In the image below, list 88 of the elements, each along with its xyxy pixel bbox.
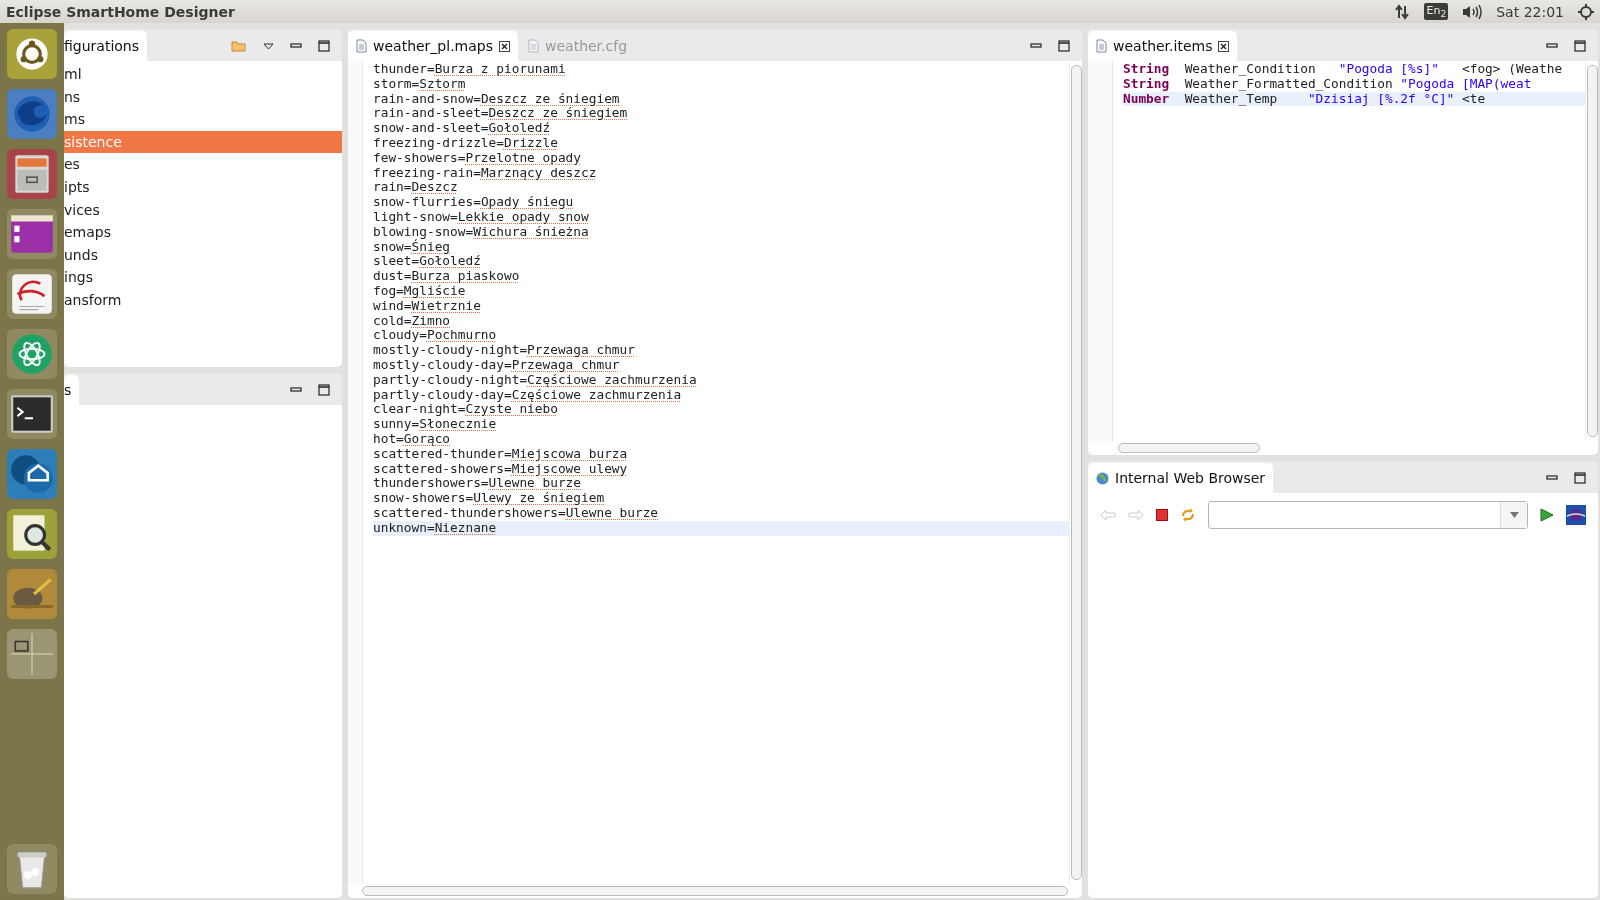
code-line: cloudy=Pochmurno — [373, 328, 498, 344]
editor-tab[interactable]: weather.items — [1088, 31, 1238, 61]
code-line: mostly-cloudy-night=Przewaga chmur — [373, 343, 636, 358]
minimize-icon[interactable] — [290, 387, 302, 393]
tree-item[interactable]: unds — [64, 243, 342, 267]
tree-item[interactable]: vices — [64, 198, 342, 222]
go-icon[interactable] — [1540, 508, 1554, 522]
terminal-icon[interactable] — [7, 389, 57, 439]
panel-tab[interactable]: s — [64, 375, 80, 405]
code-line: few-showers=Przelotne opady — [373, 150, 583, 166]
clock[interactable]: Sat 22:01 — [1496, 3, 1564, 20]
window-icon[interactable] — [7, 209, 57, 259]
url-field[interactable] — [1208, 501, 1528, 529]
code-line: snow-flurries=Opady śniegu — [373, 195, 575, 210]
code-line: rain-and-snow=Deszcz ze śniegiem — [373, 91, 621, 107]
dropdown-icon[interactable] — [263, 42, 274, 50]
code-line: snow-showers=Ulewy ze śniegiem — [373, 491, 606, 506]
workspace-icon[interactable] — [7, 629, 57, 679]
code-line: blowing-snow=Wichura śnieżna — [373, 224, 590, 239]
tree-item[interactable]: ml — [64, 63, 342, 86]
minimize-icon[interactable] — [1546, 475, 1558, 481]
document-icon[interactable] — [7, 269, 57, 319]
minimize-icon[interactable] — [1030, 43, 1042, 49]
code-line: wind=Wietrznie — [373, 298, 482, 314]
dropdown-icon[interactable] — [1509, 512, 1519, 518]
code-line: String Weather_Formatted_Condition "Pogoda [MAP(weat — [1123, 76, 1533, 92]
code-line: partly-cloudy-night=Częściowe zachmurzenia — [373, 372, 698, 388]
browser-tab[interactable]: Internal Web Browser — [1088, 463, 1274, 493]
maximize-icon[interactable] — [1574, 472, 1586, 484]
code-line: storm=Sztorm — [373, 76, 467, 92]
tree-item[interactable]: ansform — [64, 288, 342, 312]
maximize-icon[interactable] — [318, 40, 330, 52]
minimize-icon[interactable] — [290, 43, 302, 49]
window-title: Eclipse SmartHome Designer — [6, 3, 236, 20]
globe-icon[interactable] — [7, 89, 57, 139]
circle-logo-icon[interactable] — [7, 29, 57, 79]
keyboard-indicator[interactable]: En$_{2}$ — [1424, 2, 1449, 21]
file-cabinet-icon[interactable] — [7, 149, 57, 199]
magnifier-icon[interactable] — [7, 509, 57, 559]
maximize-icon[interactable] — [1058, 40, 1070, 52]
code-line: snow-and-sleet=Gołoledź — [373, 121, 552, 136]
tree-item[interactable]: ings — [64, 266, 342, 289]
code-line: scattered-showers=Miejscowe ulewy — [373, 461, 629, 477]
home-icon[interactable] — [7, 449, 57, 499]
panel-tab[interactable]: figurations — [64, 31, 148, 61]
code-line: scattered-thunder=Miejscowa burza — [373, 446, 629, 462]
code-line: clear-night=Czyste niebo — [373, 402, 558, 418]
code-line: sleet=Gołoledź — [373, 254, 482, 270]
code-line: dust=Burza piaskowo — [373, 269, 521, 284]
code-line: cold=Zimno — [373, 313, 452, 329]
maximize-icon[interactable] — [1574, 40, 1586, 52]
code-line: scattered-thundershowers=Ulewne burze — [373, 505, 660, 521]
tree-item[interactable]: ipts — [64, 175, 342, 199]
code-line: freezing-rain=Marznący deszcz — [373, 165, 598, 181]
volume-icon[interactable] — [1462, 3, 1483, 20]
code-line: freezing-drizzle=Drizzle — [373, 136, 559, 151]
vertical-scrollbar[interactable] — [1585, 61, 1598, 441]
network-icon[interactable] — [1394, 3, 1411, 20]
tree-item[interactable]: es — [64, 153, 342, 176]
globe-button-icon[interactable] — [1566, 505, 1586, 525]
code-line: rain-and-sleet=Deszcz ze śniegiem — [373, 106, 629, 122]
code-line: snow=Śnieg — [373, 239, 451, 255]
file-icon — [1096, 39, 1107, 53]
code-line: sunny=Słonecznie — [373, 417, 498, 432]
close-icon[interactable] — [1218, 40, 1230, 52]
code-line: mostly-cloudy-day=Przewaga chmur — [373, 357, 621, 373]
minimize-icon[interactable] — [1546, 43, 1558, 49]
code-line: thundershowers=Ulewne burze — [373, 476, 583, 492]
trash-icon[interactable] — [7, 844, 57, 894]
vertical-scrollbar[interactable] — [1069, 61, 1082, 884]
tree-item[interactable]: emaps — [64, 221, 342, 244]
close-icon[interactable] — [499, 40, 510, 52]
code-line: partly-cloudy-day=Częściowe zachmurzenia — [373, 387, 683, 403]
file-icon — [356, 39, 367, 53]
code-line: String Weather_Condition "Pogoda [%s]" <fog> (Weathe — [1123, 62, 1564, 77]
tree-item[interactable]: ns — [64, 85, 342, 109]
atom-icon[interactable] — [7, 329, 57, 379]
code-line: fog=Mgliście — [373, 283, 466, 299]
globe-icon — [1096, 471, 1109, 485]
file-icon — [528, 39, 539, 53]
editor-tab[interactable]: weather_pl.maps — [348, 31, 518, 61]
maximize-icon[interactable] — [318, 384, 330, 396]
code-line: thunder=Burza z piorunami — [373, 62, 567, 77]
tree-item[interactable]: ms — [64, 108, 342, 131]
code-line: light-snow=Lekkie opady snow — [373, 209, 590, 225]
code-line: rain=Deszcz — [373, 180, 458, 196]
code-line: hot=Gorąco — [373, 431, 452, 447]
paintbrush-icon[interactable] — [7, 569, 57, 619]
